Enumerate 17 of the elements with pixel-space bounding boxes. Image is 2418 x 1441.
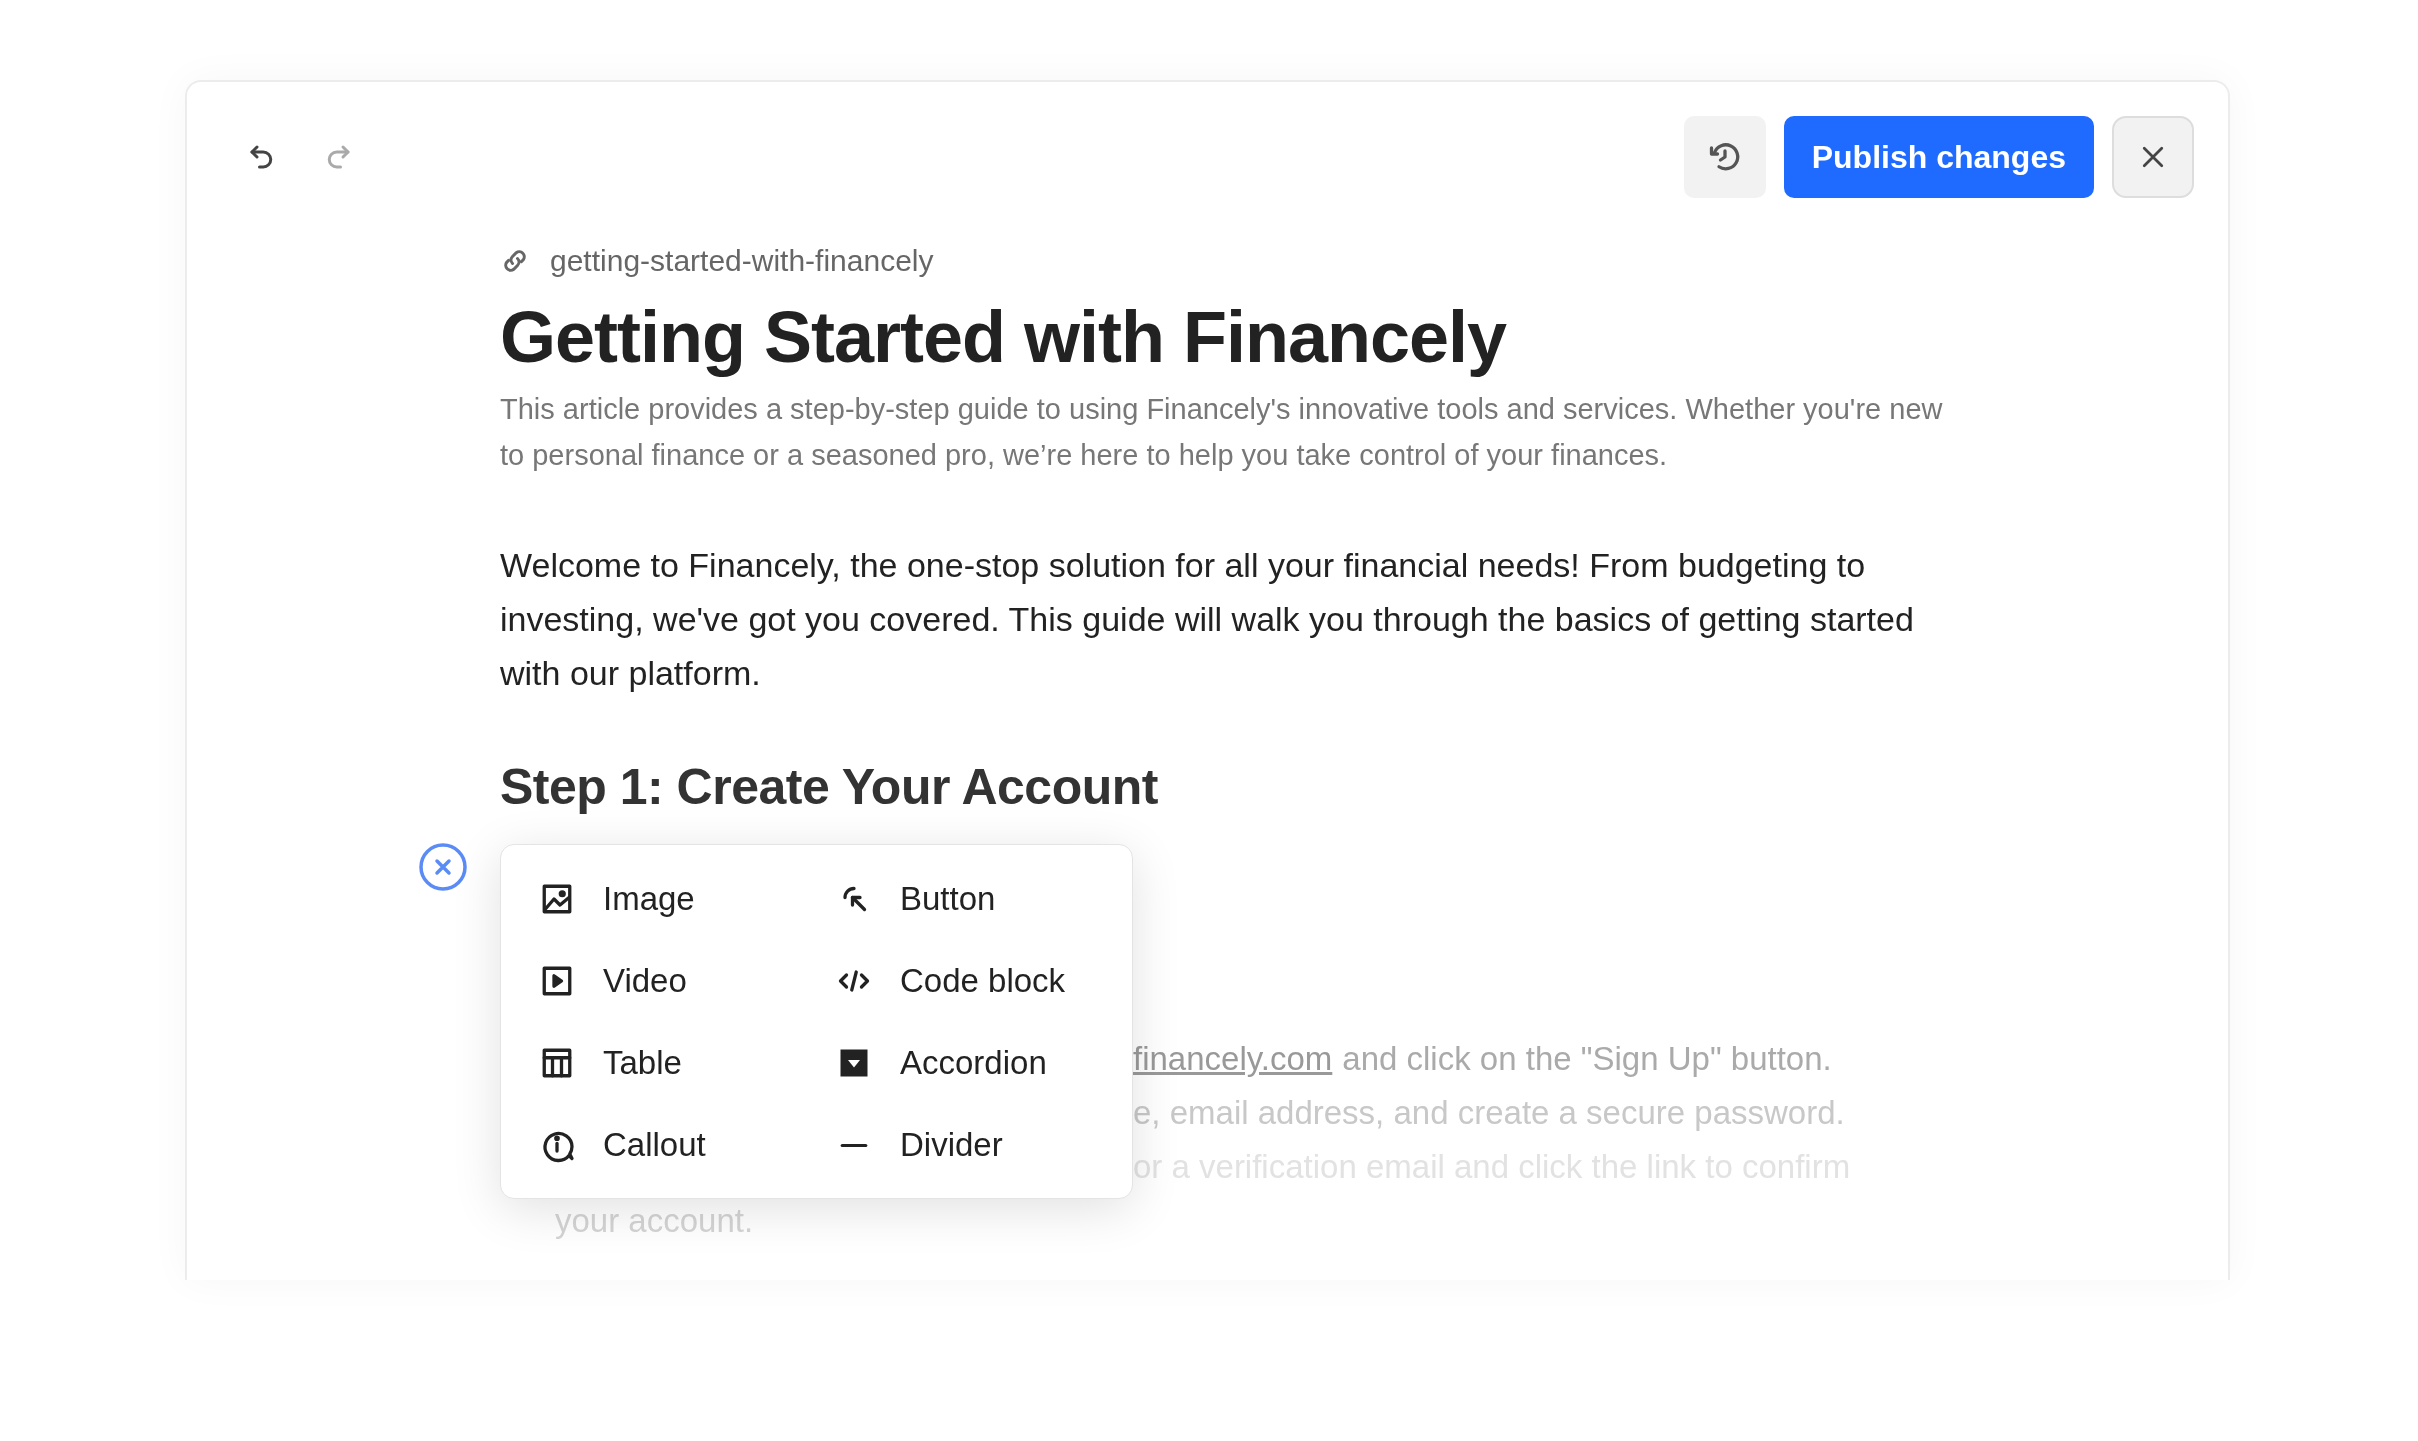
menu-item[interactable]: Table xyxy=(537,1022,834,1104)
article-slug: getting-started-with-financely xyxy=(550,244,934,278)
menu-item[interactable]: Accordion xyxy=(834,1022,1132,1104)
menu-item[interactable]: Button xyxy=(834,858,1132,940)
section-heading: Step 1: Create Your Account xyxy=(500,758,1159,816)
close-insert-icon[interactable] xyxy=(418,842,468,892)
article-title: Getting Started with Financely xyxy=(500,296,1508,378)
menu-item[interactable]: Callout xyxy=(537,1104,834,1186)
menu-item[interactable]: Code block xyxy=(834,940,1132,1022)
publish-button[interactable]: Publish changes xyxy=(1783,116,2094,198)
menu-item[interactable]: Divider xyxy=(834,1104,1132,1186)
menu-item[interactable]: Image xyxy=(537,858,834,940)
step-text: and click on the "Sign Up" button. xyxy=(1342,1040,1832,1077)
intro-paragraph: Welcome to Financely, the one-stop solution for all your financial needs! From budgeting to investing, we've got you covered. This guide will walk you through the basics of getting started with our platform. xyxy=(500,545,1915,694)
menu-item[interactable]: Video xyxy=(537,940,834,1022)
history-button[interactable] xyxy=(1683,116,1766,198)
article-summary: This article provides a step-by-step guide to using Financely's innovative tools and services. Whether you're new to personal finance or a seasoned pro, we’re here to help you take control of your finances. xyxy=(500,392,1944,473)
